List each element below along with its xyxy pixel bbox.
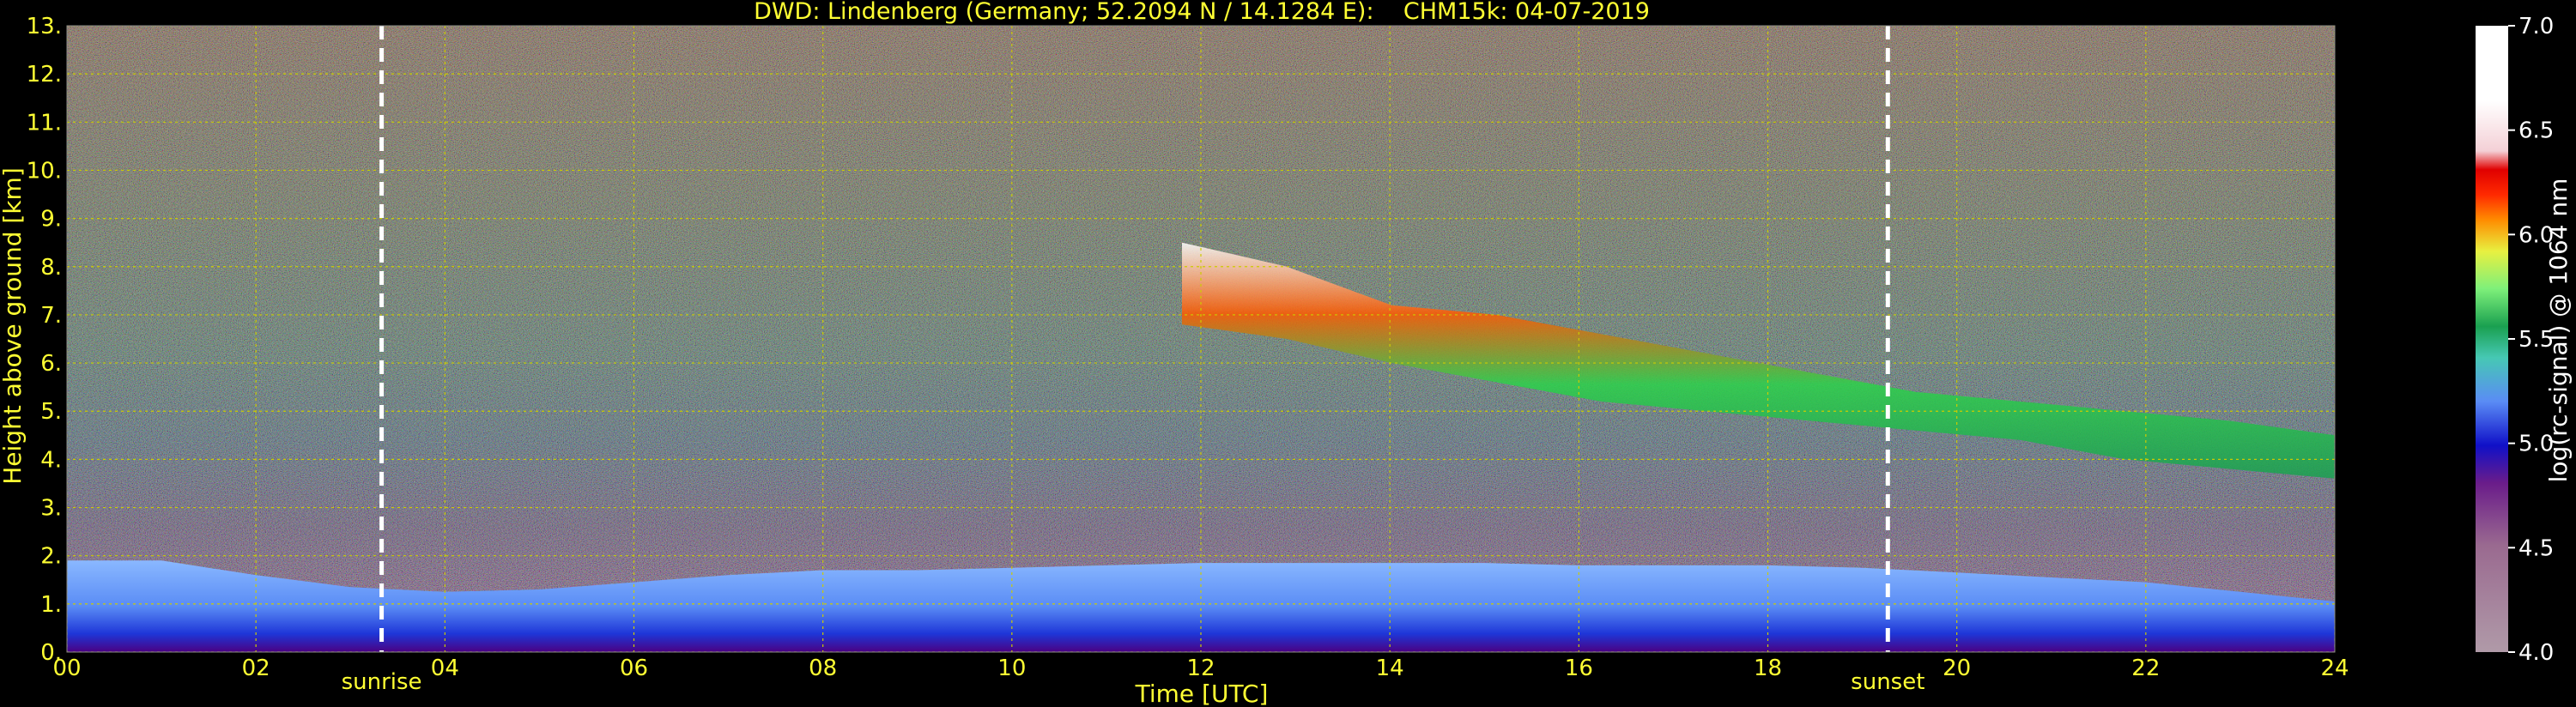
x-tick-label: 22 xyxy=(2131,656,2160,681)
x-tick-label: 14 xyxy=(1376,656,1404,681)
y-tick-label: 0. xyxy=(40,640,62,666)
x-tick-label: 10 xyxy=(997,656,1026,681)
y-axis: 0. 1. 2. 3. 4. 5. 6. 7. 8. 9. 10. 11. 12. 13. xyxy=(27,14,62,666)
x-tick-label: 20 xyxy=(1943,656,1971,681)
marker-labels: sunrise sunset xyxy=(342,669,1925,695)
x-tick-label: 02 xyxy=(242,656,270,681)
colorbar-tick-label: 6.5 xyxy=(2518,118,2554,144)
x-axis-label: Time [UTC] xyxy=(1135,680,1269,707)
x-tick-label: 12 xyxy=(1186,656,1215,681)
y-tick-label: 10. xyxy=(27,158,62,184)
y-tick-label: 7. xyxy=(40,303,62,329)
x-tick-label: 16 xyxy=(1565,656,1593,681)
y-tick-label: 8. xyxy=(40,255,62,281)
colorbar-tick-label: 4.5 xyxy=(2518,535,2554,561)
x-tick-label: 18 xyxy=(1754,656,1782,681)
y-tick-label: 4. xyxy=(40,447,62,473)
y-tick-label: 12. xyxy=(27,62,62,88)
y-axis-label: Height above ground [km] xyxy=(0,167,27,485)
colorbar-tick-label: 4.0 xyxy=(2518,640,2554,666)
sunset-label: sunset xyxy=(1851,669,1924,695)
x-tick-label: 08 xyxy=(809,656,837,681)
x-tick-label: 06 xyxy=(620,656,648,681)
y-tick-label: 1. xyxy=(40,592,62,618)
colorbar xyxy=(2476,26,2508,652)
lidar-chart: DWD: Lindenberg (Germany; 52.2094 N / 14… xyxy=(0,0,2573,707)
y-tick-label: 9. xyxy=(40,207,62,233)
y-tick-label: 13. xyxy=(27,14,62,39)
sunrise-label: sunrise xyxy=(342,669,422,695)
plot-area xyxy=(67,26,2335,652)
y-tick-label: 2. xyxy=(40,544,62,570)
x-tick-label: 24 xyxy=(2320,656,2349,681)
chart-title: DWD: Lindenberg (Germany; 52.2094 N / 14… xyxy=(754,0,1650,25)
colorbar-tick-label: 7.0 xyxy=(2518,14,2554,39)
y-tick-label: 11. xyxy=(27,110,62,136)
x-tick-label: 04 xyxy=(431,656,459,681)
colorbar-label: log(rc-signal) @ 1064 nm xyxy=(2544,178,2573,483)
y-tick-label: 3. xyxy=(40,496,62,522)
y-tick-label: 5. xyxy=(40,399,62,425)
y-tick-label: 6. xyxy=(40,351,62,377)
